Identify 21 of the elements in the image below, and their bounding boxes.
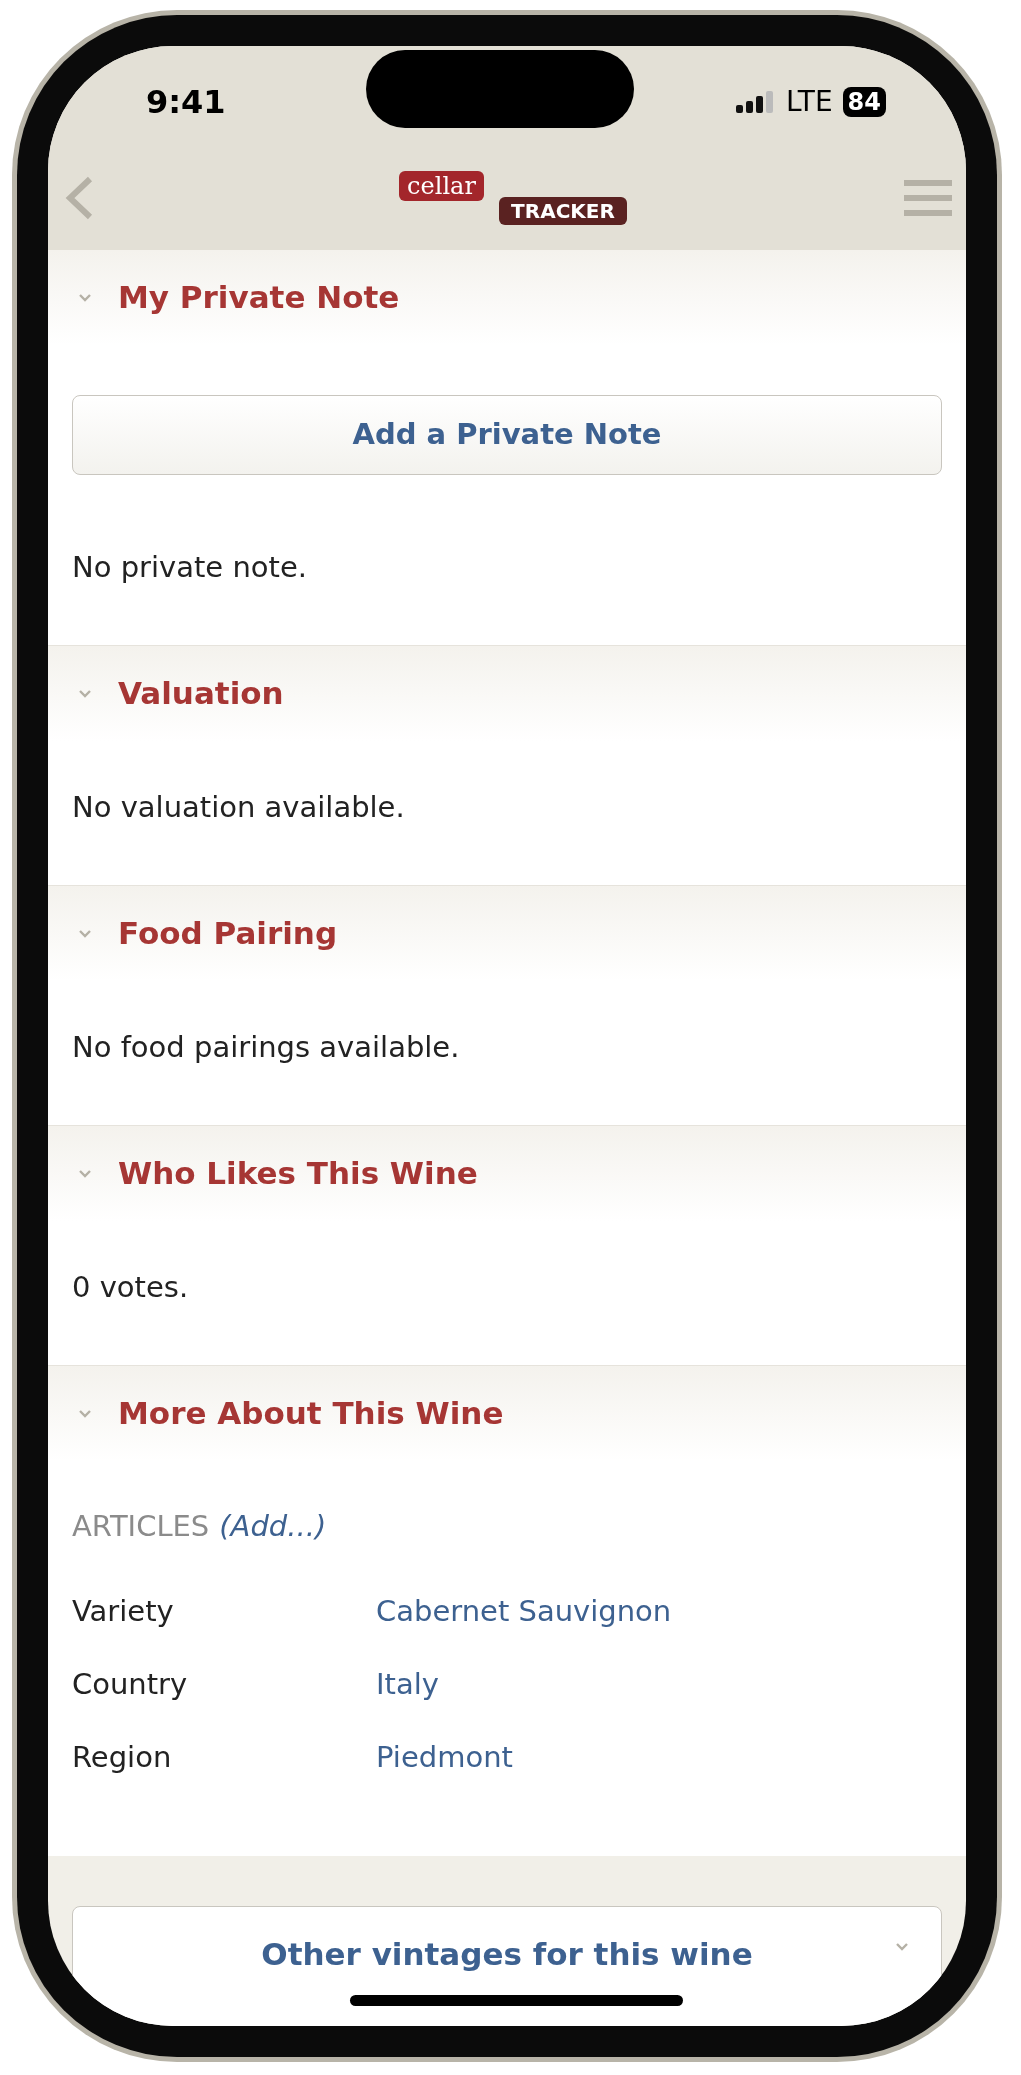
logo-word: cellar (399, 171, 484, 201)
logo-word: TRACKER (499, 197, 627, 225)
other-vintages-button[interactable]: Other vintages for this wine (72, 1906, 942, 2026)
status-time: 9:41 (146, 82, 226, 123)
detail-link[interactable]: Piedmont (376, 1735, 513, 1780)
section-text: No private note. (72, 549, 308, 585)
articles-label: ARTICLES (72, 1508, 210, 1546)
detail-label: Region (72, 1738, 173, 1776)
chevron-icon (895, 1941, 909, 1952)
network-label: LTE (786, 84, 833, 120)
detail-label: Variety (72, 1592, 175, 1630)
detail-link[interactable]: Italy (376, 1662, 439, 1707)
section-text: 0 votes. (72, 1269, 190, 1305)
battery-level: 84 (842, 87, 886, 117)
add-note-button[interactable]: Add a Private Note (72, 395, 942, 475)
add-article-link[interactable]: (Add...) (219, 1505, 327, 1549)
section-text: No food pairings available. (72, 1029, 461, 1065)
detail-label: Country (72, 1665, 189, 1703)
section-text: No valuation available. (72, 789, 406, 825)
menu-icon[interactable] (904, 178, 952, 218)
detail-link[interactable]: Cabernet Sauvignon (376, 1589, 672, 1634)
